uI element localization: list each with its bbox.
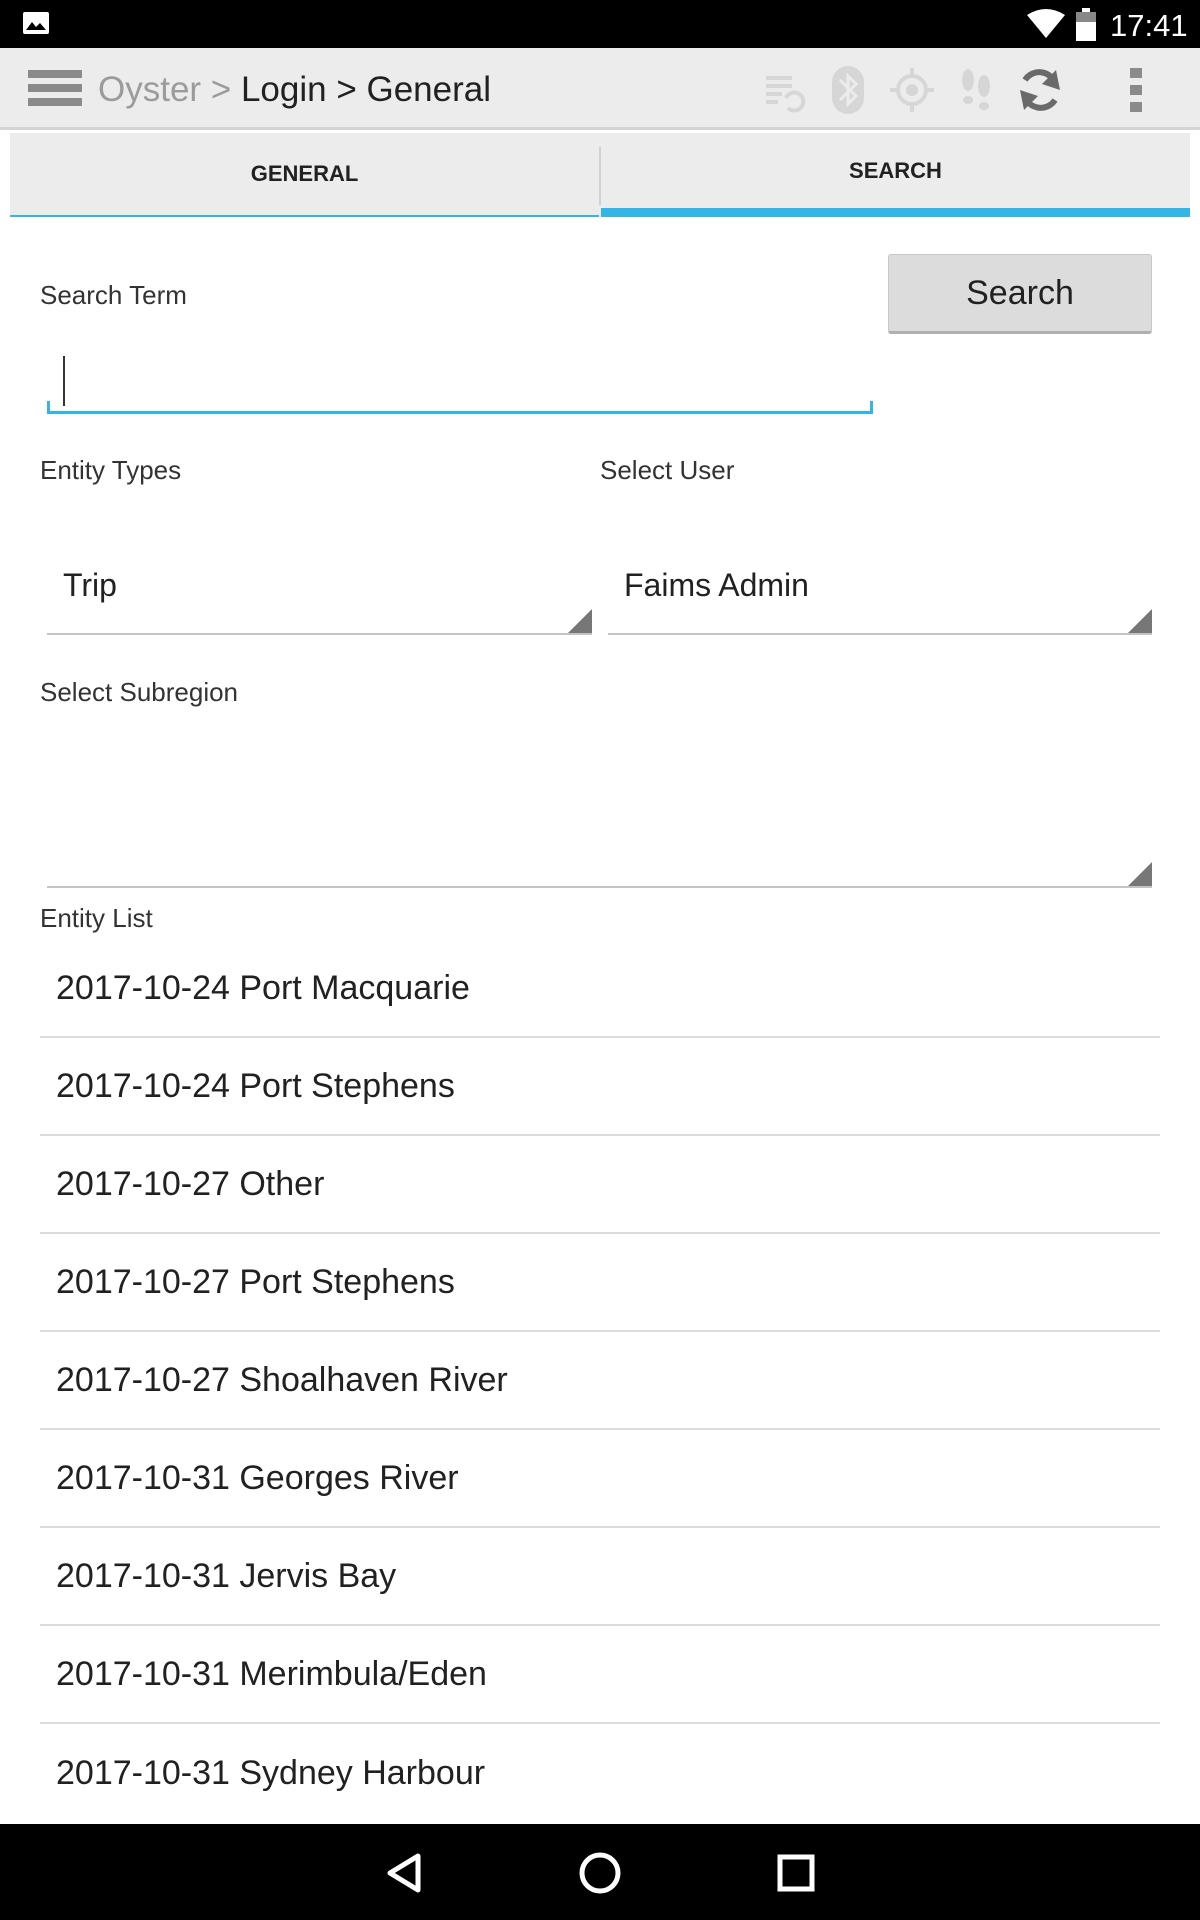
list-item[interactable]: 2017-10-31 Merimbula/Eden: [40, 1626, 1160, 1724]
search-button[interactable]: Search: [888, 254, 1152, 334]
tab-bar: GENERAL SEARCH: [10, 133, 1190, 217]
entity-types-label: Entity Types: [40, 455, 182, 485]
list-item[interactable]: 2017-10-27 Shoalhaven River: [40, 1332, 1160, 1430]
breadcrumb-root[interactable]: Oyster >: [98, 70, 231, 109]
action-bar: Oyster > Login > General: [0, 48, 1200, 130]
refresh-icon[interactable]: [1012, 64, 1068, 116]
navigation-bar: [0, 1824, 1200, 1920]
select-subregion-dropdown[interactable]: [47, 730, 1152, 888]
list-item[interactable]: 2017-10-31 Georges River: [40, 1430, 1160, 1528]
entity-list: 2017-10-24 Port Macquarie 2017-10-24 Por…: [40, 940, 1160, 1822]
list-item[interactable]: 2017-10-24 Port Stephens: [40, 1038, 1160, 1136]
search-term-input[interactable]: [47, 346, 873, 414]
entity-types-value: Trip: [63, 567, 117, 603]
tab-general[interactable]: GENERAL: [10, 133, 599, 217]
wifi-icon: [1027, 9, 1065, 38]
entity-list-label: Entity List: [40, 903, 153, 933]
select-user-dropdown[interactable]: Faims Admin: [608, 555, 1152, 635]
home-icon[interactable]: [572, 1846, 628, 1900]
search-term-label: Search Term: [40, 280, 187, 310]
tracking-icon[interactable]: [948, 64, 1004, 116]
breadcrumb-current: Login > General: [240, 70, 492, 109]
tab-search[interactable]: SEARCH: [601, 133, 1190, 217]
overflow-menu-icon[interactable]: [1108, 64, 1164, 116]
menu-icon[interactable]: [28, 70, 82, 110]
dropdown-arrow-icon: [568, 609, 592, 633]
dropdown-arrow-icon: [1128, 609, 1152, 633]
list-item[interactable]: 2017-10-27 Port Stephens: [40, 1234, 1160, 1332]
dropdown-arrow-icon: [1128, 862, 1152, 886]
gps-icon[interactable]: [884, 64, 940, 116]
list-item[interactable]: 2017-10-24 Port Macquarie: [40, 940, 1160, 1038]
clock: 17:41: [1110, 8, 1188, 43]
sync-status-icon[interactable]: [756, 64, 812, 116]
battery-icon: [1076, 8, 1096, 41]
bluetooth-icon[interactable]: [820, 64, 876, 116]
list-item[interactable]: 2017-10-27 Other: [40, 1136, 1160, 1234]
entity-types-dropdown[interactable]: Trip: [47, 555, 592, 635]
select-subregion-label: Select Subregion: [40, 677, 239, 707]
select-user-label: Select User: [600, 455, 735, 485]
breadcrumb: Oyster > Login > General: [98, 70, 491, 110]
image-notification-icon: [23, 12, 49, 34]
text-cursor: [63, 356, 65, 406]
list-item[interactable]: 2017-10-31 Sydney Harbour: [40, 1724, 1160, 1822]
status-bar: 17:41: [0, 0, 1200, 48]
list-item[interactable]: 2017-10-31 Jervis Bay: [40, 1528, 1160, 1626]
back-icon[interactable]: [376, 1846, 432, 1900]
recents-icon[interactable]: [768, 1846, 824, 1900]
select-user-value: Faims Admin: [624, 567, 809, 603]
